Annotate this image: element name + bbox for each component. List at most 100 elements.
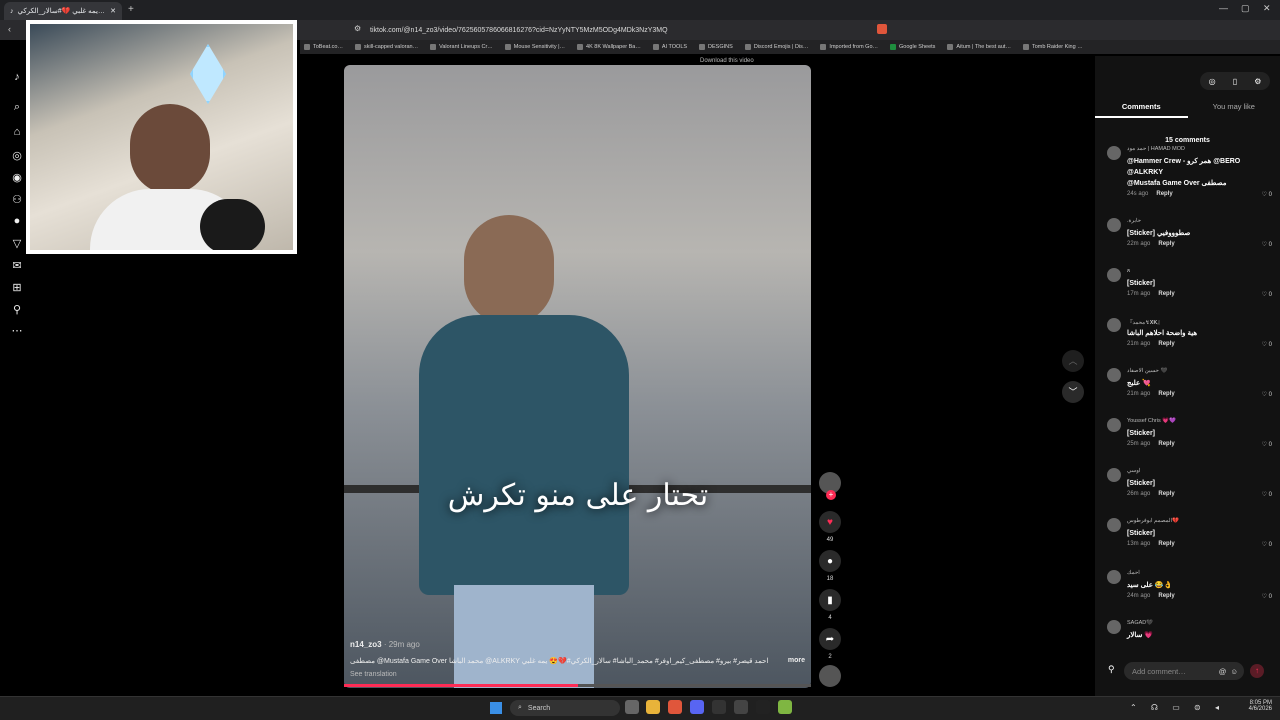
commenter-name[interactable]: حمد مود | HAMAD MOD	[1127, 146, 1185, 152]
live-icon[interactable]: ◉	[8, 168, 26, 186]
brave-browser-icon[interactable]	[668, 700, 682, 714]
commenter-name[interactable]: Youssef Chris 💗💜	[1127, 418, 1176, 424]
commenter-name[interactable]: 『محمد↯𝐗𝐊』	[1127, 318, 1163, 327]
commenter-name[interactable]: .حابرة	[1127, 218, 1141, 224]
file-explorer-icon[interactable]	[646, 700, 660, 714]
brave-shield-icon[interactable]	[877, 24, 887, 34]
reply-button[interactable]: Reply	[1158, 541, 1174, 547]
commenter-name[interactable]: المصمم ابوفرطوس💔	[1127, 518, 1179, 524]
tiktok-logo-icon[interactable]: ♪	[8, 68, 26, 86]
comment-like[interactable]: ♡ 0	[1262, 341, 1272, 348]
add-comment-input[interactable]: Add comment… @ ☺	[1124, 662, 1244, 680]
like-button[interactable]: ♥	[819, 511, 841, 533]
windows-start-icon[interactable]	[490, 702, 502, 714]
friends-icon[interactable]: ●	[8, 212, 26, 230]
settings-icon[interactable]: ⚙	[1254, 77, 1261, 86]
new-tab-button[interactable]: +	[128, 4, 134, 15]
commenter-avatar[interactable]	[1107, 620, 1121, 634]
next-video-button[interactable]: ﹀	[1062, 381, 1084, 403]
bookmark-item[interactable]: Mouse Sensitivity |…	[504, 44, 565, 50]
music-disc[interactable]	[819, 665, 841, 687]
video-progress-bar[interactable]	[344, 684, 811, 687]
reply-button[interactable]: Reply	[1156, 191, 1172, 197]
commenter-avatar[interactable]	[1107, 268, 1121, 282]
obs-icon[interactable]	[734, 700, 748, 714]
tab-you-may-like[interactable]: You may like	[1188, 98, 1280, 118]
video-player[interactable]	[344, 65, 811, 688]
site-info-icon[interactable]: ⚙	[354, 24, 361, 33]
phone-icon[interactable]: ▯	[1233, 77, 1237, 86]
reply-button[interactable]: Reply	[1158, 491, 1174, 497]
bookmark-item[interactable]: Discord Emojis | Dis…	[744, 44, 808, 50]
comment-like[interactable]: ♡ 0	[1262, 441, 1272, 448]
upload-icon[interactable]: ⊞	[8, 278, 26, 296]
search-icon[interactable]: ⌕	[8, 98, 26, 116]
bookmark-item[interactable]: Valorant Lineups Cr…	[430, 44, 493, 50]
bookmark-folder[interactable]: DESGINS	[699, 44, 733, 50]
reply-button[interactable]: Reply	[1158, 341, 1174, 347]
mention-icon[interactable]: @	[1219, 667, 1227, 676]
follow-plus-icon[interactable]: +	[826, 490, 836, 500]
author-username[interactable]: n14_zo3	[350, 640, 382, 649]
post-comment-button[interactable]: ↑	[1250, 664, 1264, 678]
back-icon[interactable]: ‹	[8, 24, 11, 34]
taskbar-search[interactable]: ⌕ Search	[510, 700, 620, 716]
creator-icon[interactable]: ⚲	[1108, 664, 1115, 675]
comment-like[interactable]: ♡ 0	[1262, 291, 1272, 298]
save-button[interactable]: ▮	[819, 589, 841, 611]
more-icon[interactable]: ⋯	[8, 321, 26, 339]
commenter-name[interactable]: ጸ	[1127, 268, 1130, 275]
app-icon[interactable]	[712, 700, 726, 714]
commenter-avatar[interactable]	[1107, 318, 1121, 332]
bookmark-item[interactable]: Google Sheets	[890, 44, 935, 50]
maximize-icon[interactable]: ▢	[1241, 3, 1250, 14]
minimize-icon[interactable]: —	[1219, 3, 1228, 13]
following-icon[interactable]: ⚇	[8, 190, 26, 208]
reply-button[interactable]: Reply	[1158, 593, 1174, 599]
bookmark-item[interactable]: ToBeat.co…	[304, 44, 343, 50]
commenter-name[interactable]: احمك	[1127, 570, 1140, 576]
home-icon[interactable]: ⌂	[8, 123, 26, 141]
commenter-avatar[interactable]	[1107, 570, 1121, 584]
bookmark-folder[interactable]: Imported from Go…	[820, 44, 878, 50]
commenter-avatar[interactable]	[1107, 468, 1121, 482]
bookmark-item[interactable]: Tomb Raider King …	[1022, 44, 1083, 50]
comment-like[interactable]: ♡ 0	[1262, 241, 1272, 248]
comment-like[interactable]: ♡ 0	[1262, 191, 1272, 198]
tab-comments[interactable]: Comments	[1095, 98, 1188, 118]
reply-button[interactable]: Reply	[1158, 391, 1174, 397]
bookmark-folder[interactable]: AI TOOLS	[652, 44, 687, 50]
profile-icon[interactable]: ⚲	[8, 300, 26, 318]
commenter-avatar[interactable]	[1107, 368, 1121, 382]
download-hint[interactable]: Download this video	[700, 58, 754, 64]
commenter-name[interactable]: حسين الاصفاد 🖤	[1127, 368, 1167, 374]
comment-like[interactable]: ♡ 0	[1262, 541, 1272, 548]
more-button[interactable]: more	[788, 657, 805, 665]
share-button[interactable]: ➦	[819, 628, 841, 650]
embed-icon[interactable]: ◎	[1209, 77, 1216, 86]
address-bar[interactable]: tiktok.com/@n14_zo3/video/76256057860668…	[370, 23, 910, 37]
system-tray[interactable]: ⌃ ☊ ▭ ⊜ ◂	[1130, 703, 1225, 712]
close-window-icon[interactable]: ✕	[1263, 3, 1271, 14]
commenter-avatar[interactable]	[1107, 518, 1121, 532]
capcut-icon[interactable]	[756, 700, 770, 714]
commenter-avatar[interactable]	[1107, 218, 1121, 232]
comment-like[interactable]: ♡ 0	[1262, 593, 1272, 600]
browser-tab[interactable]: ♪ يمه غلبي 💔#سالار_الكركي… ✕	[4, 2, 122, 20]
bookmark-item[interactable]: skill-capped valoran…	[354, 44, 418, 50]
commenter-avatar[interactable]	[1107, 146, 1121, 160]
app-icon[interactable]	[778, 700, 792, 714]
explore-icon[interactable]: ◎	[8, 146, 26, 164]
comment-button[interactable]: ●	[819, 550, 841, 572]
reply-button[interactable]: Reply	[1158, 291, 1174, 297]
reply-button[interactable]: Reply	[1158, 241, 1174, 247]
comment-like[interactable]: ♡ 0	[1262, 391, 1272, 398]
emoji-icon[interactable]: ☺	[1230, 667, 1238, 676]
activity-icon[interactable]: ▽	[8, 234, 26, 252]
commenter-name[interactable]: SAGAD🖤	[1127, 620, 1153, 626]
task-view-icon[interactable]	[625, 700, 639, 714]
commenter-name[interactable]: اوسي	[1127, 468, 1140, 474]
see-translation-link[interactable]: See translation	[350, 671, 805, 678]
bookmark-item[interactable]: 4K 8K Wallpaper Ba…	[577, 44, 641, 50]
reply-button[interactable]: Reply	[1158, 441, 1174, 447]
